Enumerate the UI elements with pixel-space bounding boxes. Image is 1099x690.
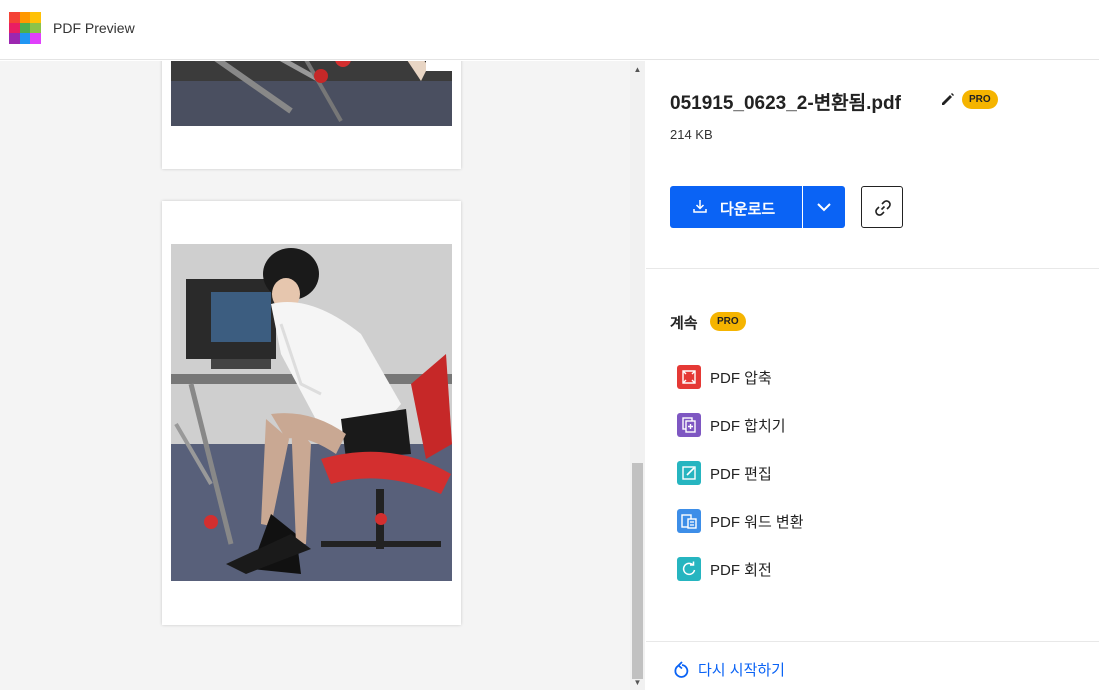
file-panel: 051915_0623_2-변환됨.pdf PRO 214 KB 다운로드 계속… bbox=[646, 61, 1099, 690]
scroll-up-arrow-icon[interactable]: ▲ bbox=[630, 63, 645, 77]
app-logo-icon bbox=[9, 12, 41, 44]
edit-icon bbox=[677, 461, 701, 485]
scroll-down-arrow-icon[interactable]: ▼ bbox=[630, 676, 645, 690]
download-icon bbox=[692, 198, 708, 214]
link-icon bbox=[875, 200, 891, 216]
tool-label: PDF 회전 bbox=[710, 561, 772, 579]
tool-merge-pdf[interactable]: PDF 합치기 bbox=[677, 412, 786, 438]
page-image bbox=[171, 61, 452, 126]
scroll-thumb[interactable] bbox=[632, 463, 643, 679]
logo-tile bbox=[19, 22, 31, 34]
continue-section-title: 계속 bbox=[670, 315, 698, 332]
logo-tile bbox=[9, 12, 20, 23]
page-image bbox=[171, 244, 452, 581]
file-name: 051915_0623_2-변환됨.pdf bbox=[670, 93, 901, 114]
tool-label: PDF 워드 변환 bbox=[710, 513, 804, 531]
top-header: PDF Preview bbox=[0, 0, 1099, 60]
divider bbox=[646, 641, 1099, 642]
restart-label: 다시 시작하기 bbox=[698, 662, 785, 679]
logo-tile bbox=[30, 33, 41, 44]
tool-pdf-to-word[interactable]: PDF 워드 변환 bbox=[677, 508, 804, 534]
tool-label: PDF 합치기 bbox=[710, 417, 786, 435]
pro-badge: PRO bbox=[710, 312, 746, 331]
logo-tile bbox=[19, 33, 31, 44]
pdf-page-1 bbox=[162, 61, 461, 169]
tool-edit-pdf[interactable]: PDF 편집 bbox=[677, 460, 772, 486]
copy-link-button[interactable] bbox=[861, 186, 903, 228]
tool-compress-pdf[interactable]: PDF 압축 bbox=[677, 364, 772, 390]
logo-tile bbox=[30, 22, 41, 34]
pdf-page-2 bbox=[162, 201, 461, 625]
restart-icon bbox=[674, 660, 689, 678]
word-convert-icon bbox=[677, 509, 701, 533]
logo-tile bbox=[30, 12, 41, 23]
logo-tile bbox=[9, 33, 20, 44]
logo-tile bbox=[19, 12, 31, 23]
pro-badge: PRO bbox=[962, 90, 998, 109]
preview-scrollbar[interactable]: ▲ ▼ bbox=[630, 61, 645, 690]
pencil-icon[interactable] bbox=[940, 91, 956, 107]
tool-label: PDF 압축 bbox=[710, 369, 772, 387]
compress-icon bbox=[677, 365, 701, 389]
download-button[interactable]: 다운로드 bbox=[670, 186, 802, 228]
tool-rotate-pdf[interactable]: PDF 회전 bbox=[677, 556, 772, 582]
restart-link[interactable]: 다시 시작하기 bbox=[674, 659, 785, 680]
pdf-preview-area[interactable] bbox=[0, 61, 645, 690]
file-size: 214 KB bbox=[670, 127, 713, 142]
download-label: 다운로드 bbox=[720, 201, 776, 218]
logo-tile bbox=[9, 22, 20, 34]
rotate-icon bbox=[677, 557, 701, 581]
download-options-button[interactable] bbox=[803, 186, 845, 228]
merge-icon bbox=[677, 413, 701, 437]
divider bbox=[646, 268, 1099, 269]
chevron-down-icon bbox=[817, 203, 831, 212]
tool-label: PDF 편집 bbox=[710, 465, 772, 483]
app-title: PDF Preview bbox=[53, 20, 135, 36]
